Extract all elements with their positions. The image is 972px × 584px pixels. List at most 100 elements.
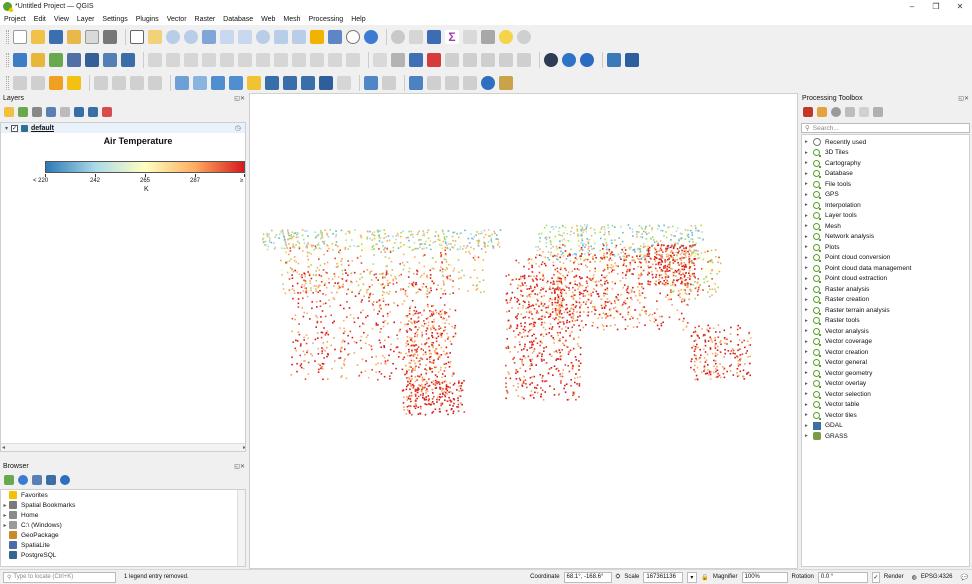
change-label-icon[interactable] [517, 52, 531, 67]
collapse-all-icon[interactable] [46, 475, 56, 485]
processing-provider-item[interactable]: ▸ Point cloud data management [802, 263, 969, 274]
processing-provider-item[interactable]: ▸ Vector selection [802, 389, 969, 400]
remove-layer-icon[interactable] [102, 107, 112, 117]
style-manager-icon[interactable] [103, 29, 117, 44]
expand-arrow-icon[interactable]: ▸ [805, 192, 813, 198]
new-spatialite-layer-icon[interactable] [67, 52, 81, 67]
collapse-arrow-icon[interactable]: ▾ [5, 125, 8, 132]
digitize-icon[interactable] [202, 52, 216, 67]
identify-features-icon[interactable] [391, 29, 405, 44]
processing-provider-item[interactable]: ▸ Vector geometry [802, 368, 969, 379]
scripts-icon[interactable] [817, 107, 827, 117]
new-bookmark-icon[interactable] [310, 29, 324, 44]
tracing-icon[interactable] [445, 75, 459, 90]
processing-provider-item[interactable]: ▸ Mesh [802, 221, 969, 232]
annotation-icon[interactable] [337, 75, 351, 90]
toggle-editing-icon[interactable] [148, 52, 162, 67]
expand-arrow-icon[interactable]: ▸ [805, 349, 813, 355]
expand-arrow-icon[interactable]: ▸ [805, 391, 813, 397]
locator-search-input[interactable]: ⚲ Type to locate (Ctrl+K) [3, 571, 116, 583]
data-source-manager-icon[interactable] [13, 52, 27, 67]
render-checkbox[interactable]: ✓ [871, 571, 880, 583]
open-layer-styling-icon[interactable] [4, 107, 14, 117]
measure-line-icon[interactable] [481, 29, 495, 44]
new-mesh-layer-icon[interactable] [121, 52, 135, 67]
select-by-location-icon[interactable] [211, 75, 225, 90]
close-button[interactable]: ✕ [948, 0, 972, 13]
processing-toolbox-icon[interactable] [427, 29, 441, 44]
processing-provider-item[interactable]: ▸ Interpolation [802, 200, 969, 211]
menu-project[interactable]: Project [4, 16, 26, 23]
select-all-icon[interactable] [247, 75, 261, 90]
crs-globe-icon[interactable]: ◍ [912, 574, 917, 581]
processing-provider-item[interactable]: ▸ Vector creation [802, 347, 969, 358]
expand-arrow-icon[interactable]: ▸ [805, 150, 813, 156]
expand-arrow-icon[interactable]: ▸ [805, 286, 813, 292]
expand-arrow-icon[interactable]: ▸ [805, 265, 813, 271]
expand-arrow-icon[interactable]: ▸ [805, 328, 813, 334]
processing-provider-item[interactable]: ▸ Point cloud extraction [802, 274, 969, 285]
processing-provider-item[interactable]: ▸ Vector general [802, 358, 969, 369]
add-polygon-icon[interactable] [13, 75, 27, 90]
expand-arrow-icon[interactable]: ▸ [805, 244, 813, 250]
scroll-left-icon[interactable]: ◂ [2, 444, 5, 451]
pin-labels-icon[interactable] [445, 52, 459, 67]
expand-arrow-icon[interactable]: ▸ [805, 339, 813, 345]
layer-row-default[interactable]: ▾ ✓ default ◷ [1, 123, 245, 133]
zoom-out-icon[interactable] [184, 29, 198, 44]
expand-arrow-icon[interactable]: ▸ [805, 318, 813, 324]
processing-provider-item[interactable]: ▸ Vector table [802, 400, 969, 411]
expand-arrow-icon[interactable]: ▸ [805, 213, 813, 219]
lock-scale-icon[interactable]: 🔒 [701, 574, 708, 581]
add-line-icon[interactable] [31, 75, 45, 90]
rotate-label-icon[interactable] [499, 52, 513, 67]
minimize-button[interactable]: – [900, 0, 924, 13]
menu-mesh[interactable]: Mesh [283, 16, 300, 23]
browser-vertical-scrollbar[interactable] [237, 490, 245, 566]
pan-to-selection-icon[interactable] [148, 29, 162, 44]
python-console-icon[interactable] [607, 52, 621, 67]
processing-provider-item[interactable]: ▸ Raster tools [802, 316, 969, 327]
expand-arrow-icon[interactable]: ▸ [805, 139, 813, 145]
expand-arrow-icon[interactable]: ▸ [805, 202, 813, 208]
browser-item[interactable]: ▸ Spatial Bookmarks [1, 500, 245, 510]
browser-item[interactable]: ▸ C:\ (Windows) [1, 520, 245, 530]
processing-provider-item[interactable]: ▸ GRASS [802, 431, 969, 442]
extents-toggle-icon[interactable]: ⛭ [616, 574, 621, 581]
add-ring-icon[interactable] [49, 75, 63, 90]
show-hide-labels-icon[interactable] [463, 52, 477, 67]
georeferencer-icon[interactable] [562, 52, 576, 67]
attribute-table-icon[interactable] [283, 75, 297, 90]
menu-web[interactable]: Web [261, 16, 275, 23]
zoom-native-icon[interactable] [256, 29, 270, 44]
processing-provider-item[interactable]: ▸ GDAL [802, 421, 969, 432]
menu-view[interactable]: View [54, 16, 69, 23]
expand-arrow-icon[interactable]: ▸ [805, 402, 813, 408]
show-bookmarks-icon[interactable] [328, 29, 342, 44]
filter-legend-icon[interactable] [46, 107, 56, 117]
expand-arrow-icon[interactable]: ▸ [805, 412, 813, 418]
paste-features-icon[interactable] [310, 52, 324, 67]
crs-label[interactable]: EPSG:4326 [921, 574, 953, 580]
dock-float-close-icon[interactable]: ◱✕ [234, 95, 245, 102]
processing-provider-item[interactable]: ▸ Recently used [802, 137, 969, 148]
processing-provider-item[interactable]: ▸ Network analysis [802, 232, 969, 243]
processing-provider-item[interactable]: ▸ Cartography [802, 158, 969, 169]
label-toolbar-icon[interactable] [373, 52, 387, 67]
processing-provider-item[interactable]: ▸ Point cloud conversion [802, 253, 969, 264]
menu-help[interactable]: Help [351, 16, 365, 23]
processing-provider-item[interactable]: ▸ 3D Tiles [802, 148, 969, 159]
web-service-icon[interactable] [580, 52, 594, 67]
undo-icon[interactable] [328, 52, 342, 67]
advanced-digitizing-icon[interactable] [94, 75, 108, 90]
select-by-expression-icon[interactable] [193, 75, 207, 90]
history-icon[interactable] [831, 107, 841, 117]
processing-provider-item[interactable]: ▸ File tools [802, 179, 969, 190]
processing-options-icon[interactable] [873, 107, 883, 117]
processing-provider-item[interactable]: ▸ Layer tools [802, 211, 969, 222]
filter-by-expression-icon[interactable] [60, 107, 70, 117]
refresh-browser-icon[interactable] [18, 475, 28, 485]
show-map-tips-icon[interactable] [463, 29, 477, 44]
metasearch-icon[interactable] [544, 52, 558, 67]
offset-curve-icon[interactable] [148, 75, 162, 90]
